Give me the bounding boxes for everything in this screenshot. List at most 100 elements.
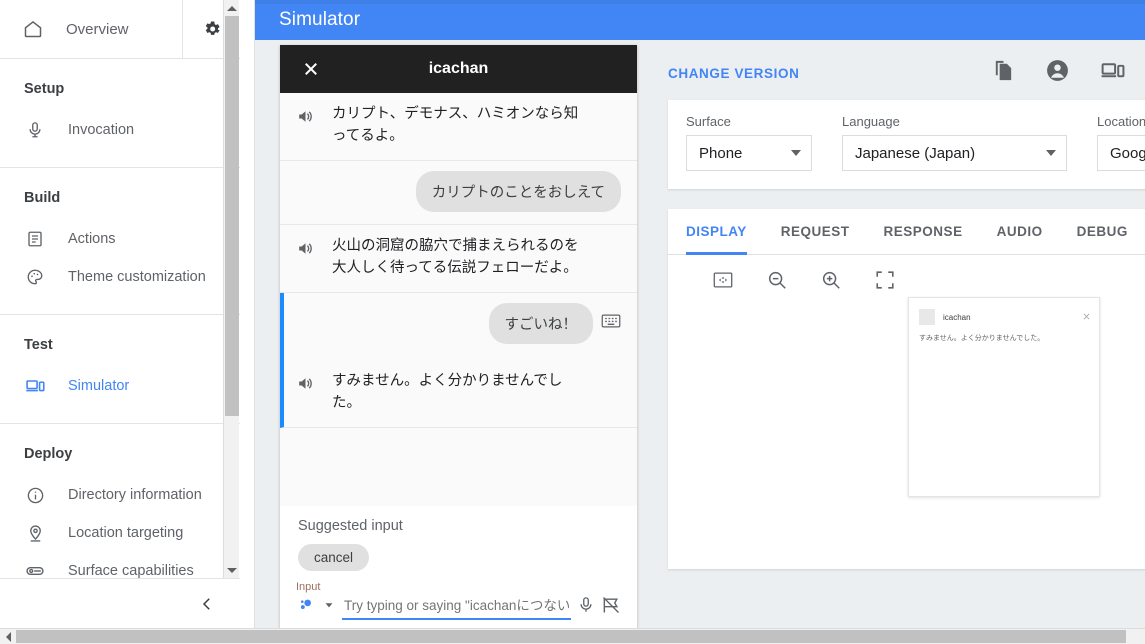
user-message-row: すごいね！ xyxy=(296,302,621,344)
assistant-dots-icon[interactable] xyxy=(296,595,316,620)
sidebar-item-invocation[interactable]: Invocation xyxy=(0,111,240,149)
phone-device: icachan カリプト、デモナス、ハミオンなら知ってるよ。 カリプトのことをお… xyxy=(280,45,637,628)
scrollbar-thumb[interactable] xyxy=(16,630,1126,643)
home-icon xyxy=(22,18,44,40)
language-select[interactable]: Japanese (Japan) xyxy=(842,135,1067,171)
info-circle-icon xyxy=(24,484,46,506)
speaker-icon[interactable] xyxy=(296,103,318,131)
sidebar-item-location-targeting[interactable]: Location targeting xyxy=(0,514,240,552)
copy-icon[interactable] xyxy=(992,59,1015,87)
chevron-left-icon[interactable] xyxy=(196,593,218,615)
agent-message-text: すみません。よく分かりませんでした。 xyxy=(332,372,563,412)
change-version-button[interactable]: CHANGE VERSION xyxy=(668,66,992,81)
search-input[interactable] xyxy=(342,595,571,620)
conversation-turn-user: カリプトのことをおしえて xyxy=(280,160,637,225)
keyboard-icon xyxy=(601,313,621,334)
sidebar-item-label-location-targeting: Location targeting xyxy=(68,525,184,541)
sidebar-group-title: Build xyxy=(24,190,61,206)
agent-message-text: カリプト、デモナス、ハミオンなら知ってるよ。 xyxy=(332,106,579,145)
audio-off-icon[interactable] xyxy=(601,595,621,620)
display-canvas: icachan すみません。よく分かりませんでした。 xyxy=(668,297,1145,565)
sidebar-group-setup: Setup Invocation xyxy=(0,59,240,168)
sidebar-collapse-bar[interactable] xyxy=(0,578,240,628)
tab-request[interactable]: REQUEST xyxy=(781,209,850,255)
input-row xyxy=(296,595,621,620)
fit-to-screen-icon[interactable] xyxy=(712,269,734,296)
conversation-list: カリプト、デモナス、ハミオンなら知ってるよ。 カリプトのことをおしえて 火山の洞… xyxy=(280,93,637,506)
simulator-input-area: Input xyxy=(280,571,637,628)
agent-message-row: 火山の洞窟の脇穴で捕まえられるのを大人しく待ってる伝説フェローだよ。 xyxy=(296,235,621,280)
sidebar-group-title: Test xyxy=(24,337,53,353)
preview-card-thumbnail xyxy=(919,309,935,325)
tab-debug[interactable]: DEBUG xyxy=(1077,209,1128,255)
preview-card-title: icachan xyxy=(943,312,971,322)
agent-message-text: 火山の洞窟の脇穴で捕まえられるのを大人しく待ってる伝説フェローだよ。 xyxy=(332,237,579,277)
zoom-out-icon[interactable] xyxy=(766,269,788,296)
simulator-phone-column: icachan カリプト、デモナス、ハミオンなら知ってるよ。 カリプトのことをお… xyxy=(255,40,650,628)
field-label-surface: Surface xyxy=(686,114,731,129)
sidebar-vertical-scrollbar[interactable] xyxy=(223,0,239,578)
tab-audio[interactable]: AUDIO xyxy=(997,209,1043,255)
preview-card-header: icachan xyxy=(919,308,1091,326)
left-sidebar: Overview Setup Invocation Build Actions … xyxy=(0,0,255,644)
field-label-location: Location xyxy=(1097,114,1145,129)
sidebar-item-label-overview: Overview xyxy=(66,20,129,38)
sidebar-item-surface-capabilities[interactable]: Surface capabilities xyxy=(0,552,240,578)
surface-field: Surface Phone xyxy=(686,114,812,171)
suggested-input-area: Suggested input cancel xyxy=(280,506,637,571)
speaker-icon[interactable] xyxy=(296,370,318,398)
chevron-down-icon xyxy=(1046,150,1056,156)
fullscreen-icon[interactable] xyxy=(874,269,896,296)
scroll-left-arrow-icon[interactable] xyxy=(0,629,16,644)
sidebar-item-label-simulator: Simulator xyxy=(68,378,130,394)
gear-icon xyxy=(201,18,223,40)
account-circle-icon[interactable] xyxy=(1045,58,1070,88)
scroll-up-arrow-icon[interactable] xyxy=(224,0,240,16)
chevron-down-icon[interactable] xyxy=(322,598,336,617)
tab-display[interactable]: DISPLAY xyxy=(686,209,747,255)
sidebar-item-label-directory-information: Directory information xyxy=(68,487,202,503)
simulator-tabs-card: DISPLAY REQUEST RESPONSE AUDIO DEBUG ica… xyxy=(668,209,1145,569)
microphone-icon[interactable] xyxy=(577,596,595,619)
speaker-icon[interactable] xyxy=(296,235,318,263)
sidebar-item-actions[interactable]: Actions xyxy=(0,220,240,258)
sidebar-item-theme-customization[interactable]: Theme customization xyxy=(0,258,240,296)
right-panel-header-icons xyxy=(992,58,1145,88)
scroll-down-arrow-icon[interactable] xyxy=(224,562,240,578)
zoom-in-icon[interactable] xyxy=(820,269,842,296)
user-message-bubble: すごいね！ xyxy=(488,302,593,344)
tab-response[interactable]: RESPONSE xyxy=(884,209,963,255)
preview-card-body: すみません。よく分かりませんでした。 xyxy=(919,335,1045,342)
sidebar-item-label-actions: Actions xyxy=(68,231,116,247)
sidebar-item-overview[interactable]: Overview xyxy=(0,0,240,58)
sidebar-item-simulator[interactable]: Simulator xyxy=(0,367,240,405)
sidebar-item-label-surface-capabilities: Surface capabilities xyxy=(68,563,194,578)
user-message-row: カリプトのことをおしえて xyxy=(296,170,621,212)
right-panel-header: CHANGE VERSION xyxy=(668,52,1145,94)
suggestion-chip-cancel[interactable]: cancel xyxy=(298,544,370,571)
page-horizontal-scrollbar[interactable] xyxy=(0,628,1145,644)
field-label-language: Language xyxy=(842,114,900,129)
phone-header: icachan xyxy=(280,45,637,93)
user-message-bubble: カリプトのことをおしえて xyxy=(415,170,621,212)
sidebar-item-label-invocation: Invocation xyxy=(68,122,135,138)
rich-response-preview-card: icachan すみません。よく分かりませんでした。 xyxy=(908,297,1100,497)
agent-message-row: カリプト、デモナス、ハミオンなら知ってるよ。 xyxy=(296,103,621,148)
agent-message-row: すみません。よく分かりませんでした。 xyxy=(296,370,621,415)
sidebar-item-directory-information[interactable]: Directory information xyxy=(0,476,240,514)
devices-icon xyxy=(24,375,46,397)
location-select[interactable]: Google xyxy=(1097,135,1145,171)
scrollbar-thumb[interactable] xyxy=(225,16,239,416)
close-icon[interactable] xyxy=(1082,308,1091,326)
conversation-turn-user-active: すごいね！ すみません。よく分かりませんでした。 xyxy=(280,292,637,428)
sidebar-group-build: Build Actions Theme customization xyxy=(0,168,240,315)
surface-select[interactable]: Phone xyxy=(686,135,812,171)
page-title: Simulator xyxy=(279,9,361,30)
close-icon[interactable] xyxy=(280,60,320,78)
phone-title: icachan xyxy=(428,60,489,77)
list-document-icon xyxy=(24,228,46,250)
devices-icon[interactable] xyxy=(1100,58,1125,88)
palette-icon xyxy=(24,266,46,288)
simulator-app: Overview Setup Invocation Build Actions … xyxy=(0,0,1145,644)
suggested-input-label: Suggested input xyxy=(298,518,403,534)
